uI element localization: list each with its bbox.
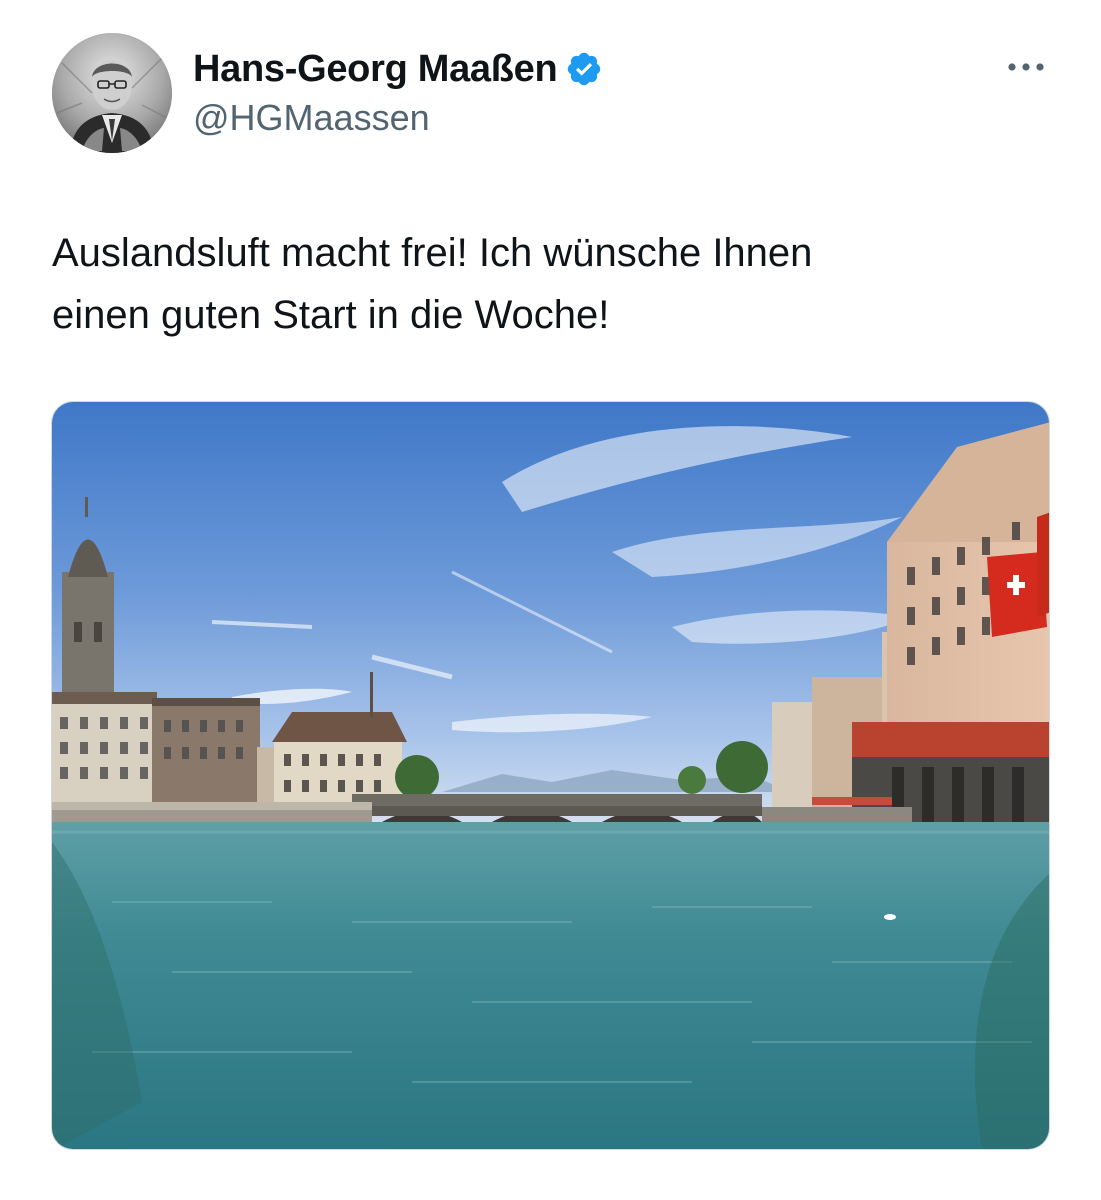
author-display-name[interactable]: Hans-Georg Maaßen (193, 48, 558, 91)
more-options-button[interactable] (1002, 52, 1050, 82)
avatar-portrait-icon (52, 33, 172, 153)
tweet-photo[interactable] (51, 401, 1050, 1150)
more-horizontal-icon (1008, 63, 1044, 71)
author-avatar[interactable] (52, 33, 172, 153)
author-handle[interactable]: @HGMaassen (193, 97, 430, 139)
tweet-text: Auslandsluft macht frei! Ich wünsche Ihn… (52, 231, 813, 337)
verified-badge-icon[interactable] (565, 50, 603, 88)
river-city-photo (52, 402, 1049, 1149)
tweet-card: Hans-Georg Maaßen @HGMaassen Auslandsluf… (0, 0, 1101, 1200)
author-name-row: Hans-Georg Maaßen (193, 44, 603, 94)
